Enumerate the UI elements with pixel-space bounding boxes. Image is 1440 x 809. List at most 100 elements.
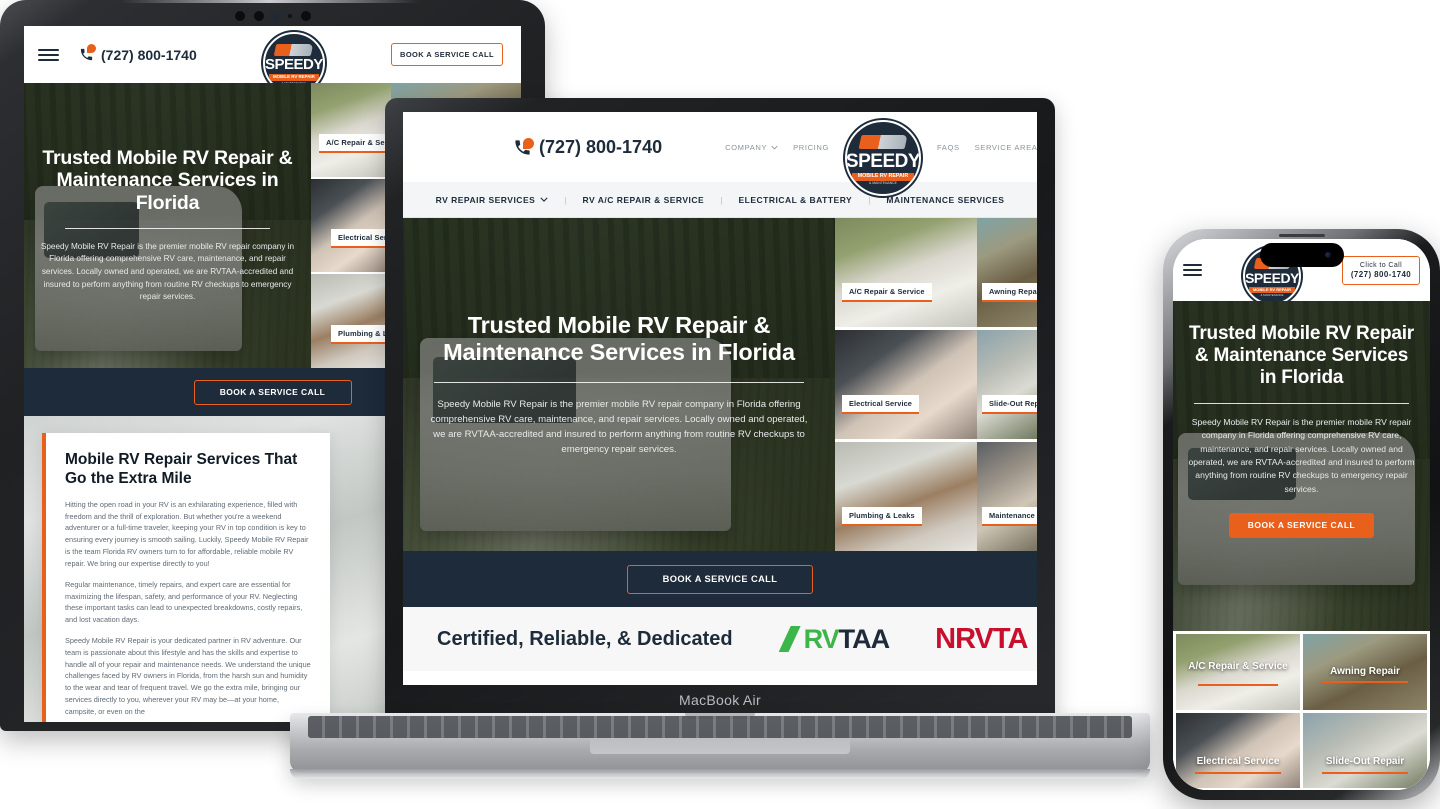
logo-wordmark: SPEEDY (264, 56, 323, 74)
logo-wordmark: SPEEDY (845, 150, 921, 172)
header-phone[interactable]: (727) 800-1740 (79, 44, 197, 63)
service-tile[interactable]: Maintenance Services (977, 442, 1037, 551)
header-phone[interactable]: (727) 800-1740 (513, 137, 662, 158)
phone-speaker (1278, 234, 1325, 237)
service-tile-label: Plumbing & Leaks (842, 507, 922, 526)
laptop-site: (727) 800-1740 COMPANY PRICING SPEEDY MO… (403, 112, 1037, 685)
service-tile[interactable]: Plumbing & Leaks (835, 442, 977, 551)
laptop-front-edge (290, 769, 1150, 779)
hamburger-icon[interactable] (38, 47, 59, 62)
phone-site: SPEEDY MOBILE RV REPAIR & MAINTENANCE Cl… (1173, 239, 1430, 790)
hero-cta-button[interactable]: BOOK A SERVICE CALL (627, 564, 813, 594)
phone-hero-content: Trusted Mobile RV Repair & Maintenance S… (1173, 323, 1430, 538)
nav-divider: | (868, 194, 871, 205)
certification-title: Certified, Reliable, & Dedicated (437, 627, 733, 650)
service-nav-item-electrical[interactable]: ELECTRICAL & BATTERY (738, 195, 852, 205)
laptop-tile-column-1: A/C Repair & Service Electrical Service … (835, 218, 977, 551)
brand-logo[interactable]: SPEEDY MOBILE RV REPAIR & MAINTENANCE (844, 120, 921, 196)
phone-screen: SPEEDY MOBILE RV REPAIR & MAINTENANCE Cl… (1173, 239, 1430, 790)
click-to-call-number: (727) 800-1740 (1350, 269, 1412, 279)
hamburger-icon[interactable] (1183, 264, 1202, 277)
laptop-hero-content: Trusted Mobile RV Repair & Maintenance S… (403, 312, 835, 458)
nav-item-company[interactable]: COMPANY (725, 143, 778, 152)
content-paragraph: Speedy Mobile RV Repair is your dedicate… (65, 635, 311, 716)
service-nav-item-maintenance[interactable]: MAINTENANCE SERVICES (886, 195, 1004, 205)
laptop-cta-band: BOOK A SERVICE CALL (403, 551, 1037, 607)
service-tile[interactable]: Awning Repair (977, 218, 1037, 327)
rvtaa-text-2: TAA (838, 623, 890, 654)
top-nav-right: FAQS SERVICE AREAS (937, 143, 1037, 152)
responsive-mockup-scene: (727) 800-1740 SPEEDY MOBILE RV REPAIR &… (0, 0, 1440, 809)
rvtaa-leaf-icon (778, 626, 801, 652)
service-tile-label: Electrical Service (842, 395, 920, 414)
phone-tile-grid: A/C Repair & Service Awning Repair Elect… (1173, 631, 1430, 790)
service-tile-label: Slide-Out Repair (1325, 756, 1405, 768)
certification-band: Certified, Reliable, & Dedicated RVTAA N… (403, 607, 1037, 671)
phone-badge-icon (87, 44, 96, 53)
service-nav-item-ac[interactable]: RV A/C REPAIR & SERVICE (583, 195, 705, 205)
hero-heading: Trusted Mobile RV Repair & Maintenance S… (1188, 323, 1414, 389)
service-tile-label: Electrical Service (1196, 756, 1280, 768)
hero-divider (1194, 403, 1409, 405)
header-cta-button[interactable]: BOOK A SERVICE CALL (391, 43, 503, 66)
phone-device: SPEEDY MOBILE RV REPAIR & MAINTENANCE Cl… (1163, 229, 1440, 800)
service-tile-label: Awning Repair (1330, 665, 1400, 677)
nav-label: COMPANY (725, 142, 768, 152)
logo-tagline: MOBILE RV REPAIR (852, 172, 914, 181)
service-tile-underline (1198, 683, 1278, 686)
hero-paragraph: Speedy Mobile RV Repair is the premier m… (430, 399, 808, 455)
service-tile-underline (1194, 772, 1282, 775)
laptop-hero-row: Trusted Mobile RV Repair & Maintenance S… (403, 218, 1037, 551)
nav-item-pricing[interactable]: PRICING (793, 143, 829, 152)
logo-rv-icon (858, 135, 908, 150)
nrvta-badge: NRVTA (935, 622, 1028, 655)
laptop-trackpad (590, 738, 850, 754)
laptop-screen: (727) 800-1740 COMPANY PRICING SPEEDY MO… (403, 112, 1037, 685)
phone-hero: Trusted Mobile RV Repair & Maintenance S… (1173, 301, 1430, 631)
service-nav-label: RV REPAIR SERVICES (435, 194, 536, 205)
rvtaa-text-1: RV (803, 623, 840, 654)
tablet-hero: Trusted Mobile RV Repair & Maintenance S… (24, 83, 311, 368)
service-tile[interactable]: Slide-Out Repair (977, 330, 1037, 439)
nav-divider: | (564, 194, 567, 205)
service-nav: RV REPAIR SERVICES | RV A/C REPAIR & SER… (403, 182, 1037, 218)
chevron-down-icon (771, 145, 778, 150)
tablet-camera-array (234, 11, 311, 21)
phone-badge-icon (523, 137, 534, 149)
tablet-top-highlight (120, 0, 420, 3)
hero-heading: Trusted Mobile RV Repair & Maintenance S… (42, 146, 293, 215)
service-tile-label: Slide-Out Repair (982, 395, 1037, 414)
service-tile[interactable]: Electrical Service (835, 330, 977, 439)
header-phone-number: (727) 800-1740 (539, 136, 663, 157)
tablet-header: (727) 800-1740 SPEEDY MOBILE RV REPAIR &… (24, 26, 521, 94)
laptop-keyboard (308, 716, 1132, 738)
content-card: Mobile RV Repair Services That Go the Ex… (42, 433, 330, 722)
laptop-tile-column-2: Awning Repair Slide-Out Repair Maintenan… (977, 218, 1037, 551)
laptop-model-label: MacBook Air (679, 692, 761, 708)
phone-dynamic-island (1259, 243, 1344, 267)
hero-paragraph: Speedy Mobile RV Repair is the premier m… (1188, 417, 1415, 494)
service-tile-label: A/C Repair & Service (1188, 661, 1288, 673)
service-tile[interactable]: Slide-Out Repair (1303, 712, 1427, 788)
click-to-call-label: Click to Call (1359, 261, 1403, 269)
laptop-header: (727) 800-1740 COMPANY PRICING SPEEDY MO… (403, 112, 1037, 196)
service-tile[interactable]: A/C Repair & Service (1176, 634, 1300, 710)
hero-cta-button[interactable]: BOOK A SERVICE CALL (1229, 512, 1374, 538)
logo-wordmark: SPEEDY (1245, 269, 1299, 286)
chevron-down-icon (540, 197, 548, 202)
service-nav-item-rv-repair-services[interactable]: RV REPAIR SERVICES (436, 195, 549, 205)
hero-divider (65, 227, 270, 229)
service-tile[interactable]: Electrical Service (1176, 712, 1300, 788)
hero-divider (434, 382, 804, 384)
service-tile[interactable]: A/C Repair & Service (835, 218, 977, 327)
laptop-hero: Trusted Mobile RV Repair & Maintenance S… (403, 218, 835, 551)
content-heading: Mobile RV Repair Services That Go the Ex… (65, 451, 298, 487)
click-to-call-button[interactable]: Click to Call (727) 800-1740 (1342, 255, 1420, 285)
service-tile[interactable]: Awning Repair (1303, 634, 1427, 710)
nav-divider: | (720, 194, 723, 205)
content-paragraph: Regular maintenance, timely repairs, and… (65, 579, 303, 625)
nav-item-faqs[interactable]: FAQS (937, 143, 960, 152)
service-tile-label: Maintenance Services (982, 507, 1037, 526)
nav-item-service-areas[interactable]: SERVICE AREAS (975, 143, 1037, 152)
service-tile-underline (1321, 680, 1409, 683)
